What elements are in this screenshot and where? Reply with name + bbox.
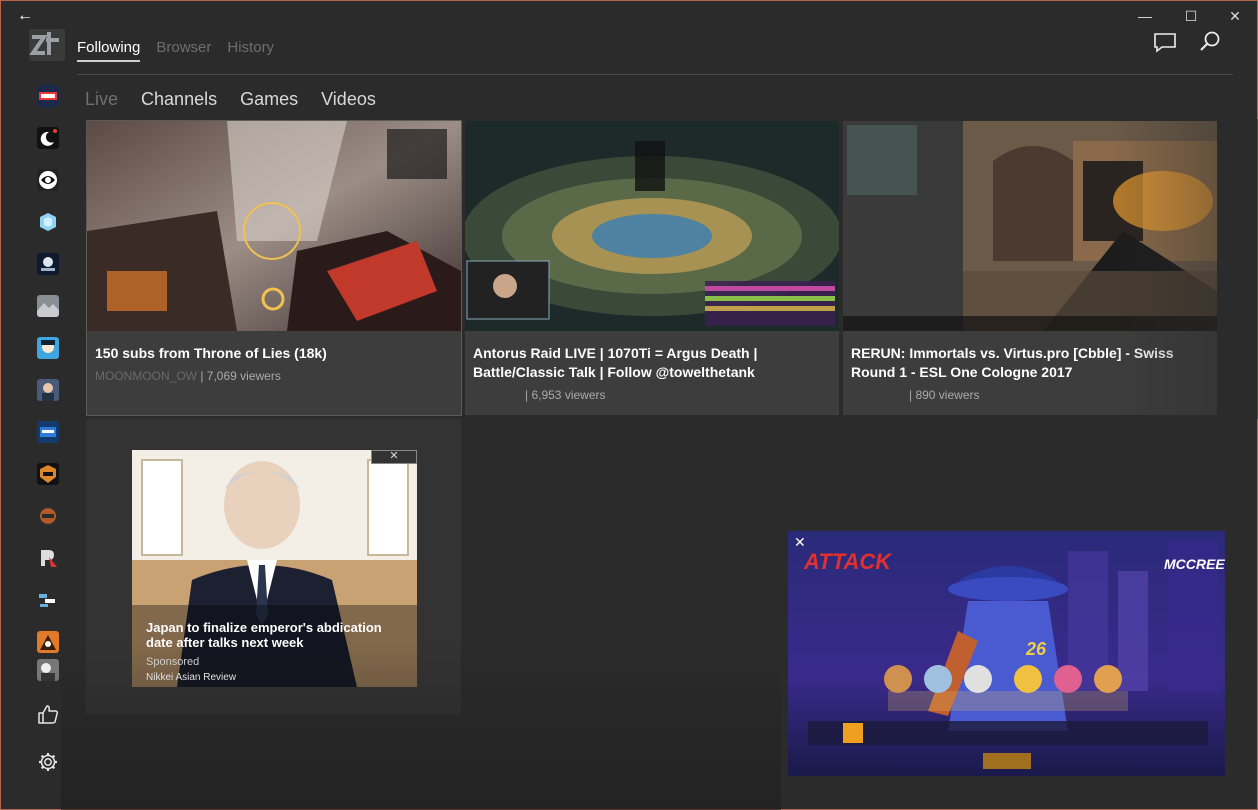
pip-video-frame: ATTACK MCCREE 26 bbox=[788, 531, 1225, 776]
tab-videos[interactable]: Videos bbox=[321, 89, 376, 110]
svg-text:ATTACK: ATTACK bbox=[803, 549, 893, 574]
channel-avatar-15[interactable] bbox=[37, 659, 59, 681]
ad-sponsored-label: Sponsored bbox=[146, 656, 200, 668]
search-icon[interactable] bbox=[1197, 29, 1225, 55]
ad-source: Nikkei Asian Review bbox=[146, 672, 237, 683]
pip-close-button[interactable]: ✕ bbox=[794, 535, 806, 549]
tab-games[interactable]: Games bbox=[240, 89, 298, 110]
stream-card[interactable]: 150 subs from Throne of Lies (18k) MOONM… bbox=[86, 120, 462, 416]
stream-card[interactable]: RERUN: Immortals vs. Virtus.pro [Cbble] … bbox=[843, 121, 1217, 415]
ad-headline: Japan to finalize emperor's abdication d… bbox=[146, 620, 382, 650]
channel-avatar-9[interactable] bbox=[37, 421, 59, 443]
minimize-button[interactable]: — bbox=[1125, 5, 1165, 27]
stream-thumbnail bbox=[843, 121, 1217, 331]
stream-meta: | 6,953 viewers bbox=[525, 388, 606, 402]
channel-avatar-2[interactable] bbox=[37, 127, 59, 149]
ad-close-button[interactable]: ✕ bbox=[371, 450, 417, 464]
tab-live[interactable]: Live bbox=[85, 89, 118, 110]
thumbs-up-icon[interactable] bbox=[37, 703, 59, 725]
svg-text:26: 26 bbox=[1025, 639, 1047, 659]
nav-following[interactable]: Following bbox=[77, 39, 141, 62]
stream-title: 150 subs from Throne of Lies (18k) bbox=[95, 345, 327, 361]
title-bar: ← — ☐ ✕ bbox=[1, 1, 1257, 31]
channel-avatar-10[interactable] bbox=[37, 463, 59, 485]
stream-meta: MOONMOON_OW | 7,069 viewers bbox=[95, 369, 281, 383]
content-tabs: Live Channels Games Videos bbox=[85, 89, 376, 110]
close-button[interactable]: ✕ bbox=[1215, 5, 1255, 27]
nav-history[interactable]: History bbox=[227, 39, 274, 62]
stream-thumbnail bbox=[465, 121, 839, 331]
ad-image bbox=[132, 450, 417, 687]
stream-viewers: | 6,953 viewers bbox=[525, 388, 606, 402]
stream-thumbnail bbox=[87, 121, 461, 331]
channel-avatar-14[interactable] bbox=[37, 631, 59, 653]
channel-avatar-8[interactable] bbox=[37, 379, 59, 401]
channel-avatar-1[interactable] bbox=[37, 85, 59, 107]
stream-viewers: | 7,069 viewers bbox=[200, 369, 281, 383]
stream-card[interactable]: Antorus Raid LIVE | 1070Ti = Argus Death… bbox=[465, 121, 839, 415]
maximize-button[interactable]: ☐ bbox=[1171, 5, 1211, 27]
pip-player[interactable]: ATTACK MCCREE 26 ✕ bbox=[788, 531, 1225, 776]
stream-channel[interactable]: MOONMOON_OW bbox=[95, 369, 197, 383]
stream-title: RERUN: Immortals vs. Virtus.pro [Cbble] … bbox=[851, 345, 1174, 380]
top-nav: Following Browser History bbox=[77, 39, 274, 62]
channel-avatar-4[interactable] bbox=[37, 211, 59, 233]
channel-avatar-11[interactable] bbox=[37, 505, 59, 527]
svg-text:MCCREE: MCCREE bbox=[1164, 556, 1225, 572]
channel-avatar-7[interactable] bbox=[37, 337, 59, 359]
stream-meta: | 890 viewers bbox=[909, 388, 979, 402]
channel-avatar-6[interactable] bbox=[37, 295, 59, 317]
gear-icon[interactable] bbox=[37, 751, 59, 773]
channel-avatar-5[interactable] bbox=[37, 253, 59, 275]
back-button[interactable]: ← bbox=[11, 5, 39, 27]
stream-viewers: | 890 viewers bbox=[909, 388, 980, 402]
channel-avatar-12[interactable] bbox=[37, 547, 59, 569]
app-logo bbox=[29, 29, 65, 61]
channel-avatar-13[interactable] bbox=[37, 589, 59, 611]
tab-channels[interactable]: Channels bbox=[141, 89, 217, 110]
chat-icon[interactable] bbox=[1151, 29, 1179, 55]
stream-title: Antorus Raid LIVE | 1070Ti = Argus Death… bbox=[473, 345, 758, 380]
nav-browser[interactable]: Browser bbox=[156, 39, 211, 62]
channel-avatar-3[interactable] bbox=[37, 169, 59, 191]
ad-overlay[interactable]: ✕ Japan to finalize emperor's abdication… bbox=[132, 450, 417, 687]
header-divider bbox=[77, 74, 1233, 75]
